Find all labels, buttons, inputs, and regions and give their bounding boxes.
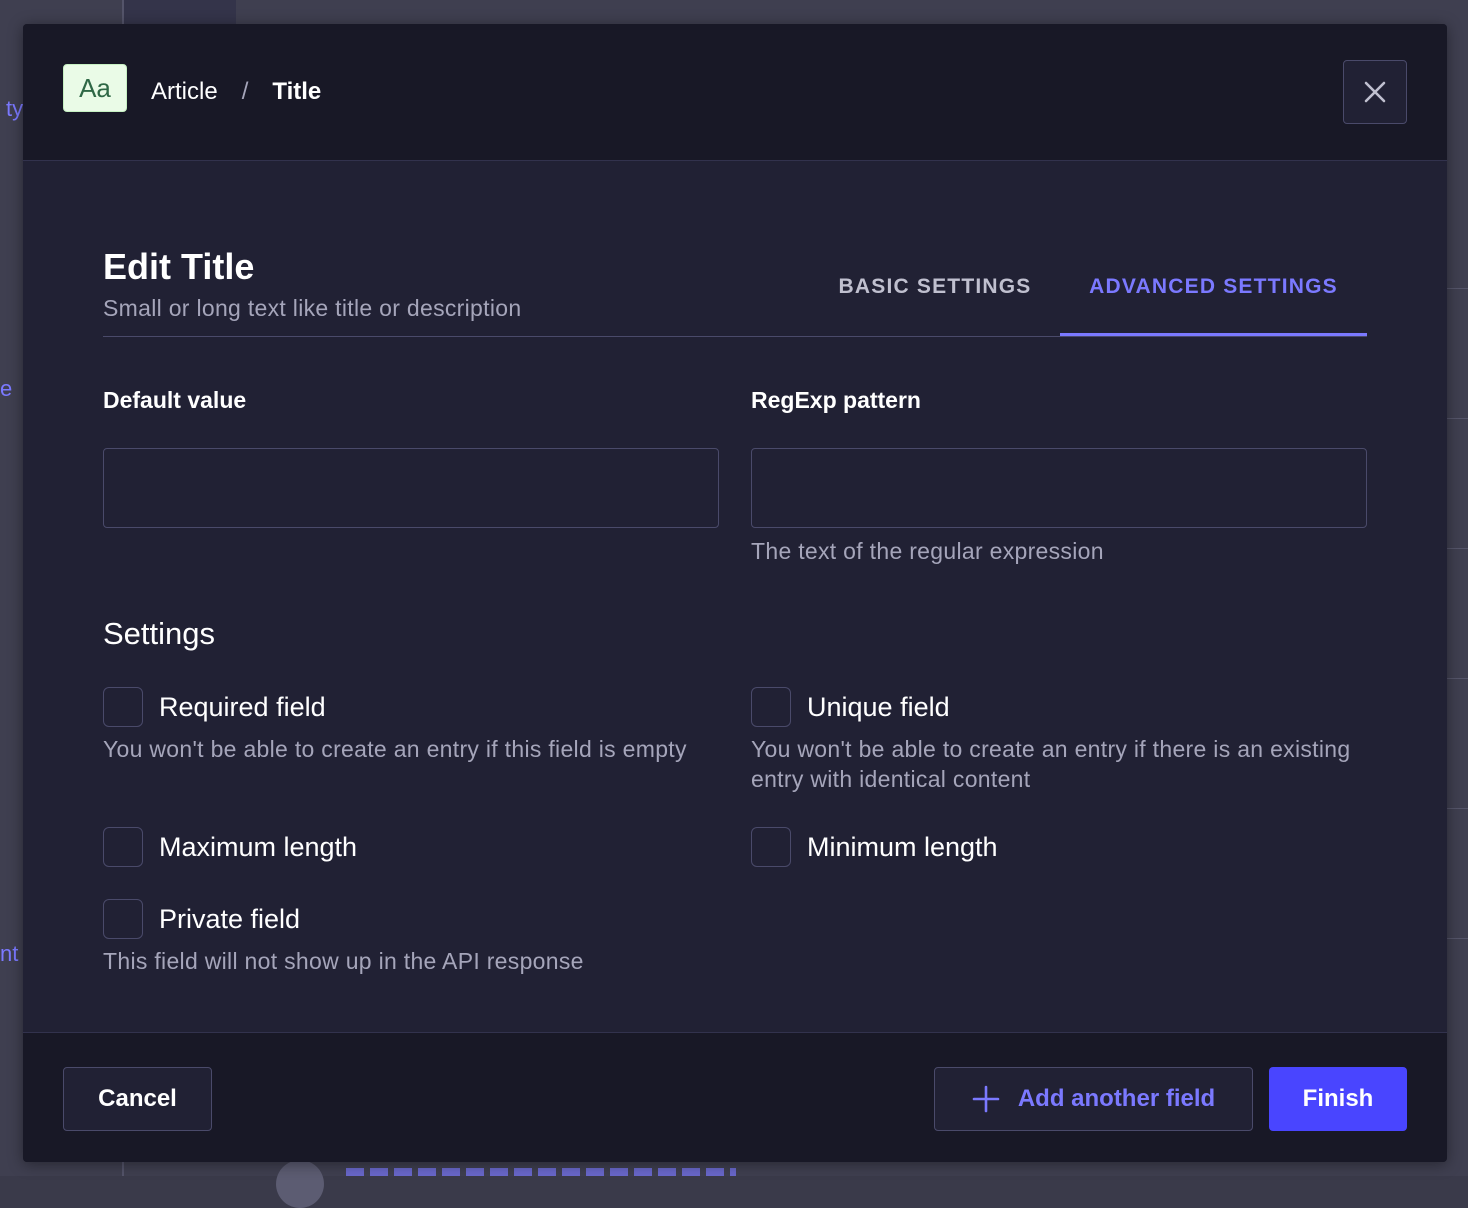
plus-icon (972, 1085, 1000, 1113)
tabs-divider (103, 336, 1367, 337)
background-row-line (1447, 808, 1468, 809)
unique-field-option: Unique field (751, 687, 950, 727)
close-icon (1364, 81, 1386, 103)
background-row-line (1447, 418, 1468, 419)
regexp-label: RegExp pattern (751, 387, 921, 413)
maximum-length-label[interactable]: Maximum length (159, 832, 357, 863)
title-block: Edit Title Small or long text like title… (103, 245, 521, 322)
unique-field-hint: You won't be able to create an entry if … (751, 736, 1351, 792)
private-field-checkbox[interactable] (103, 899, 143, 939)
modal-header: Aa Article / Title (23, 24, 1447, 161)
required-field-checkbox[interactable] (103, 687, 143, 727)
private-field-label[interactable]: Private field (159, 904, 300, 935)
default-value-input[interactable] (103, 448, 719, 528)
close-button[interactable] (1343, 60, 1407, 124)
add-another-field-button[interactable]: Add another field (934, 1067, 1253, 1131)
maximum-length-checkbox[interactable] (103, 827, 143, 867)
unique-field-checkbox[interactable] (751, 687, 791, 727)
regexp-hint: The text of the regular expression (751, 538, 1104, 564)
breadcrumb-current: Title (272, 78, 322, 105)
add-another-field-label: Add another field (1017, 1085, 1216, 1112)
maximum-length-option: Maximum length (103, 827, 357, 867)
background-row-line (1447, 288, 1468, 289)
breadcrumb: Article / Title (151, 76, 321, 108)
background-row-line (1447, 938, 1468, 939)
settings-heading: Settings (103, 616, 216, 651)
private-field-option: Private field (103, 899, 300, 939)
background-text-fragment: ty (6, 96, 24, 121)
minimum-length-label[interactable]: Minimum length (807, 832, 998, 863)
text-type-icon: Aa (63, 64, 127, 112)
default-value-label: Default value (103, 387, 247, 413)
breadcrumb-parent: Article (151, 78, 218, 105)
breadcrumb-separator: / (241, 78, 249, 105)
required-field-label[interactable]: Required field (159, 692, 326, 723)
background-block (124, 0, 236, 24)
edit-field-modal: Aa Article / Title Edit Title Small or l… (23, 24, 1447, 1162)
modal-footer: Cancel Add another field Finish (23, 1032, 1447, 1162)
regexp-input[interactable] (751, 448, 1367, 528)
private-field-hint: This field will not show up in the API r… (103, 948, 584, 974)
page-title: Edit Title (103, 246, 255, 287)
minimum-length-checkbox[interactable] (751, 827, 791, 867)
minimum-length-option: Minimum length (751, 827, 998, 867)
page-subtitle: Small or long text like title or descrip… (103, 295, 522, 321)
required-field-hint: You won't be able to create an entry if … (103, 736, 687, 762)
background-add-field-link (346, 1160, 746, 1176)
finish-button[interactable]: Finish (1269, 1067, 1407, 1131)
background-row-line (1447, 678, 1468, 679)
background-row-line (1447, 548, 1468, 549)
unique-field-label[interactable]: Unique field (807, 692, 950, 723)
cancel-button[interactable]: Cancel (63, 1067, 212, 1131)
background-add-icon (276, 1160, 324, 1208)
background-text-fragment: e (0, 376, 13, 401)
tab-basic-settings[interactable]: BASIC SETTINGS (823, 261, 1047, 337)
tab-advanced-settings[interactable]: ADVANCED SETTINGS (1060, 261, 1367, 337)
background-text-fragment: nt (0, 941, 19, 966)
required-field-option: Required field (103, 687, 326, 727)
